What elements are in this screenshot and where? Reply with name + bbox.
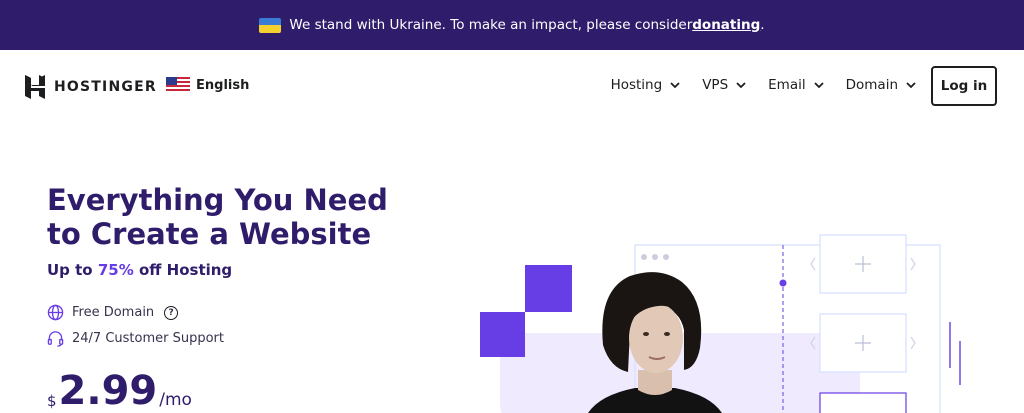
chevron-down-icon bbox=[736, 82, 746, 89]
price: $ 2.99 /mo bbox=[47, 368, 192, 413]
brand-name: HOSTINGER bbox=[54, 79, 157, 95]
chevron-down-icon bbox=[670, 82, 680, 89]
menu-vps[interactable]: VPS bbox=[702, 77, 746, 93]
price-amount: 2.99 bbox=[58, 368, 158, 413]
menu-email-label: Email bbox=[768, 77, 806, 93]
us-flag-icon bbox=[166, 77, 190, 93]
language-label: English bbox=[196, 77, 250, 93]
menu-email[interactable]: Email bbox=[768, 77, 824, 93]
main-menu: Hosting VPS Email Domain bbox=[611, 77, 916, 93]
menu-vps-label: VPS bbox=[702, 77, 729, 93]
chevron-left-icon bbox=[810, 257, 816, 271]
help-icon[interactable]: ? bbox=[164, 305, 179, 320]
menu-domain-label: Domain bbox=[845, 77, 898, 93]
feature-free-domain: Free Domain ? bbox=[47, 304, 179, 321]
window-dot bbox=[652, 254, 658, 260]
brand-logo[interactable]: HOSTINGER bbox=[24, 74, 157, 100]
purple-square bbox=[525, 265, 572, 312]
donating-link[interactable]: donating bbox=[692, 17, 760, 33]
chevron-right-icon bbox=[910, 336, 916, 350]
feature-label: Free Domain bbox=[72, 305, 155, 320]
price-currency: $ bbox=[47, 392, 57, 410]
hero-title: Everything You Need to Create a Website bbox=[47, 183, 388, 251]
placeholder-card bbox=[819, 392, 907, 413]
login-button[interactable]: Log in bbox=[931, 66, 997, 106]
language-selector[interactable]: English bbox=[166, 77, 249, 93]
menu-domain[interactable]: Domain bbox=[846, 77, 916, 93]
menu-hosting-label: Hosting bbox=[610, 77, 663, 93]
chevron-down-icon bbox=[813, 82, 824, 89]
globe-icon bbox=[47, 304, 64, 321]
discount-value: 75% bbox=[97, 261, 134, 279]
hostinger-logo-icon bbox=[25, 75, 45, 99]
window-dot bbox=[663, 254, 669, 260]
banner-text: We stand with Ukraine. To make an impact… bbox=[289, 17, 693, 33]
discount-text: Up to 75% off Hosting bbox=[47, 261, 232, 279]
chevron-right-icon bbox=[910, 257, 916, 271]
feature-customer-support: 24/7 Customer Support bbox=[47, 330, 224, 347]
headset-icon bbox=[47, 331, 64, 347]
menu-hosting[interactable]: Hosting bbox=[611, 77, 681, 93]
discount-prefix: Up to bbox=[47, 261, 98, 279]
purple-square bbox=[480, 312, 525, 357]
announcement-banner: We stand with Ukraine. To make an impact… bbox=[0, 0, 1024, 50]
ukraine-flag-icon bbox=[259, 17, 282, 33]
window-dot bbox=[641, 254, 647, 260]
banner-suffix: . bbox=[760, 17, 765, 33]
hero-illustration bbox=[480, 234, 961, 413]
guide-handle bbox=[779, 279, 787, 287]
discount-suffix: off Hosting bbox=[133, 261, 233, 279]
top-navigation: HOSTINGER English Hosting VPS Email Doma… bbox=[0, 50, 1024, 123]
feature-label: 24/7 Customer Support bbox=[72, 331, 224, 346]
chevron-down-icon bbox=[906, 82, 916, 89]
price-period: /mo bbox=[159, 390, 192, 410]
